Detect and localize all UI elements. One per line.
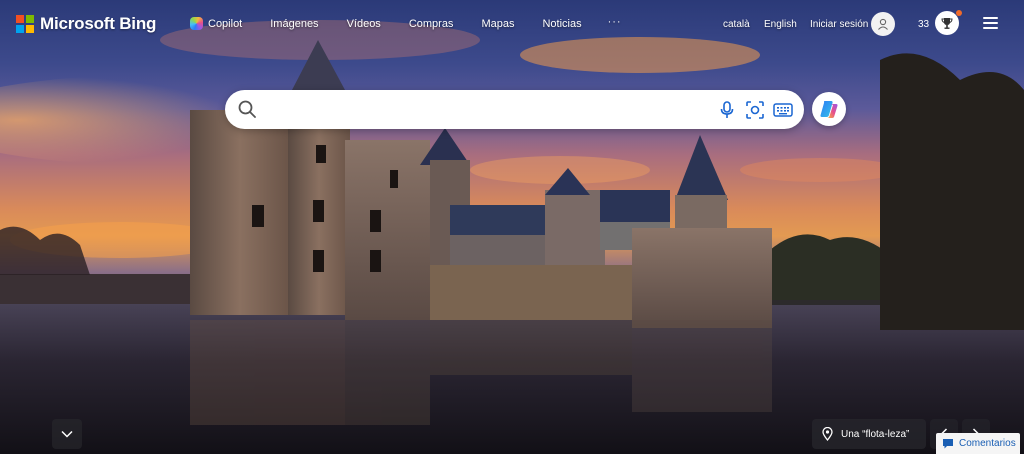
hamburger-line — [983, 17, 998, 19]
search-box — [225, 90, 804, 129]
nav-item-copilot[interactable]: Copilot — [190, 17, 242, 30]
castle-scene — [0, 20, 1024, 454]
voice-search-button[interactable] — [716, 99, 738, 121]
hamburger-line — [983, 22, 998, 24]
nav-item-images[interactable]: Imágenes — [270, 18, 318, 30]
trophy-icon — [941, 18, 953, 29]
language-english-link[interactable]: English — [764, 19, 797, 30]
copilot-icon — [190, 17, 203, 30]
nav-item-maps[interactable]: Mapas — [481, 18, 514, 30]
nav-item-label: Compras — [408, 17, 454, 30]
header: Microsoft Bing Copilot Imágenes Vídeos C… — [0, 0, 1024, 48]
feedback-icon — [943, 439, 953, 449]
microphone-icon — [720, 101, 734, 118]
nav-item-news[interactable]: Noticias — [542, 18, 581, 30]
background-image — [0, 0, 1024, 454]
top-nav: Copilot Imágenes Vídeos Compras Mapas No… — [190, 16, 622, 30]
copilot-icon — [820, 101, 838, 118]
nav-item-label: Copilot — [208, 17, 243, 30]
hamburger-line — [983, 27, 998, 29]
bing-logo[interactable]: Microsoft Bing — [16, 14, 156, 34]
language-catalan-link[interactable]: català — [723, 19, 750, 30]
nav-item-label: Vídeos — [346, 17, 381, 30]
nav-item-videos[interactable]: Vídeos — [347, 18, 381, 30]
user-avatar-button[interactable] — [871, 12, 895, 36]
rewards-notification-badge — [956, 10, 962, 16]
microsoft-logo-icon — [16, 15, 34, 33]
search-input[interactable] — [267, 96, 707, 123]
nav-item-label: Noticias — [542, 17, 582, 30]
more-icon: ··· — [607, 15, 622, 28]
location-pin-icon — [822, 427, 833, 441]
settings-menu-button[interactable] — [983, 17, 998, 29]
nav-item-label: Mapas — [481, 17, 515, 30]
rewards-count: 33 — [918, 19, 930, 30]
copilot-button[interactable] — [812, 92, 846, 126]
sign-in-link[interactable]: Iniciar sesión — [810, 19, 868, 30]
chevron-down-icon — [61, 430, 73, 438]
image-info-button[interactable]: Una “flota-leza” — [812, 419, 926, 449]
image-title: Una “flota-leza” — [841, 428, 910, 440]
keyboard-icon — [773, 103, 793, 117]
scroll-down-button[interactable] — [52, 419, 82, 449]
nav-item-shopping[interactable]: Compras — [409, 18, 454, 30]
user-icon — [878, 18, 888, 30]
feedback-button[interactable]: Comentarios — [936, 433, 1020, 454]
search-icon[interactable] — [237, 99, 257, 119]
keyboard-button[interactable] — [772, 99, 794, 121]
visual-search-icon — [746, 101, 764, 119]
more-menu-button[interactable]: ··· — [608, 16, 622, 28]
brand-name: Microsoft Bing — [40, 14, 157, 33]
nav-item-label: Imágenes — [270, 17, 319, 30]
rewards-button[interactable] — [935, 11, 959, 35]
visual-search-button[interactable] — [744, 99, 766, 121]
feedback-label: Comentarios — [959, 438, 1016, 449]
